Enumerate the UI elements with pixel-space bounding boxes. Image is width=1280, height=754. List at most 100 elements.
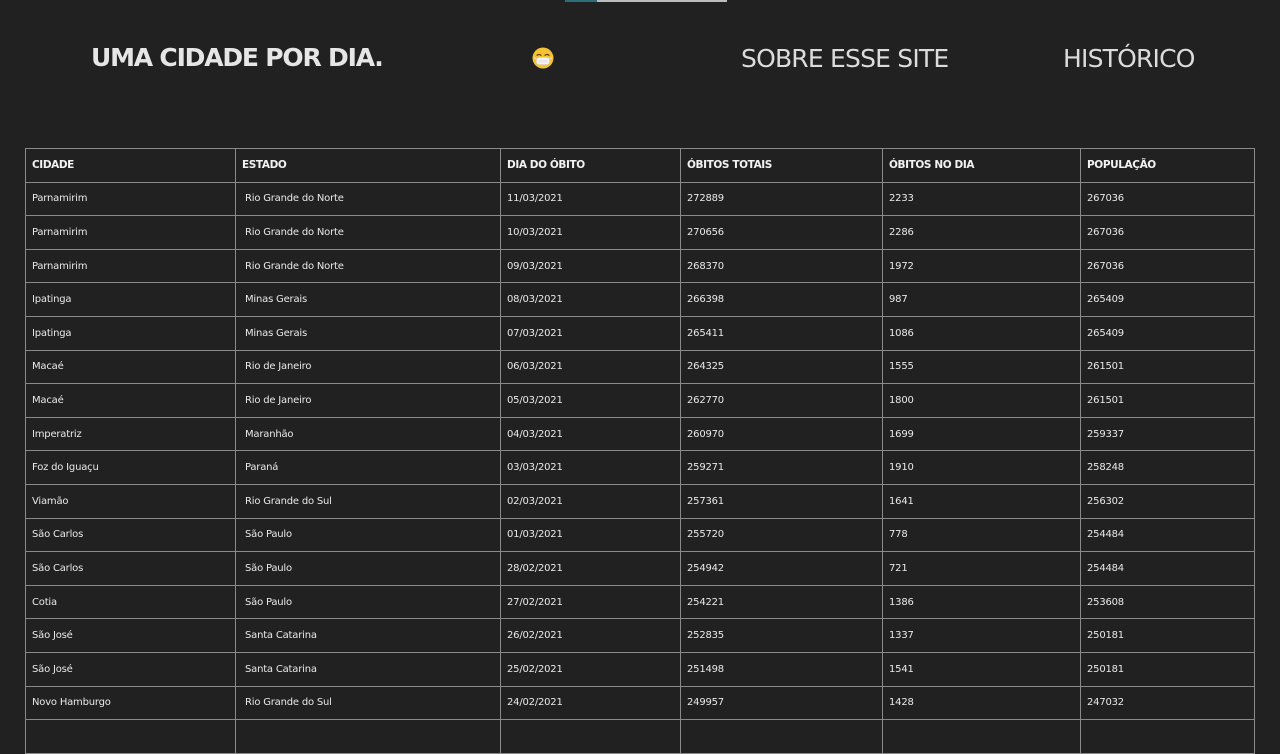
table-row: Viamão Rio Grande do Sul 02/03/2021 257361 1…: [25, 483, 1255, 519]
city-cell: Macaé: [25, 383, 236, 418]
total-deaths-cell: 272889: [680, 181, 883, 217]
deaths-table: CIDADE ESTADO DIA DO ÓBITO ÓBITOS TOTAIS…: [25, 148, 1255, 754]
state-cell: São Paulo: [235, 551, 501, 586]
state-cell: Rio de Janeiro: [235, 383, 501, 418]
city-cell: Viamão: [25, 483, 236, 519]
table-row: São Carlos São Paulo 28/02/2021 254942 721 25…: [25, 551, 1255, 586]
site-title-link[interactable]: UMA CIDADE POR DIA.: [91, 43, 384, 72]
nav-link-about[interactable]: SOBRE ESSE SITE: [741, 44, 949, 73]
total-deaths-cell: 262770: [680, 383, 883, 418]
daily-deaths-cell: 778: [882, 517, 1081, 553]
total-deaths-cell: 259271: [680, 450, 883, 485]
city-cell: Novo Hamburgo: [25, 685, 236, 721]
death-date-cell: 06/03/2021: [500, 349, 681, 385]
table-row: Parnamirim Rio Grande do Norte 11/03/2021 2…: [25, 181, 1255, 217]
city-cell: Foz do Iguaçu: [25, 450, 236, 485]
daily-deaths-cell: 1337: [882, 618, 1081, 653]
death-date-cell: 05/03/2021: [500, 383, 681, 418]
daily-deaths-cell: 1699: [882, 416, 1081, 452]
daily-deaths-cell: 1086: [882, 315, 1081, 351]
death-date-cell: 01/03/2021: [500, 517, 681, 553]
table-header: CIDADE ESTADO DIA DO ÓBITO ÓBITOS TOTAIS…: [25, 148, 1255, 183]
total-deaths-cell: 252835: [680, 618, 883, 653]
city-cell: Ipatinga: [25, 282, 236, 317]
death-date-cell: 02/03/2021: [500, 483, 681, 519]
table-row: São José Santa Catarina 25/02/2021 251498 15…: [25, 651, 1255, 687]
state-cell: São Paulo: [235, 584, 501, 620]
state-cell: Rio Grande do Sul: [235, 685, 501, 721]
population-cell: [1080, 719, 1255, 754]
city-cell: São Carlos: [25, 551, 236, 586]
population-cell: 265409: [1080, 315, 1255, 351]
total-deaths-cell: 266398: [680, 282, 883, 317]
population-cell: 261501: [1080, 383, 1255, 418]
nav-link-history[interactable]: HISTÓRICO: [1063, 44, 1195, 73]
state-cell: Santa Catarina: [235, 651, 501, 687]
city-cell: Imperatriz: [25, 416, 236, 452]
table-row: Imperatriz Maranhão 04/03/2021 260970 1699 25…: [25, 416, 1255, 452]
population-cell: 256302: [1080, 483, 1255, 519]
column-header-death-date: DIA DO ÓBITO: [500, 148, 681, 183]
population-cell: 254484: [1080, 551, 1255, 586]
population-cell: 267036: [1080, 248, 1255, 284]
column-header-population: POPULAÇÃO: [1080, 148, 1255, 183]
total-deaths-cell: [680, 719, 883, 754]
death-date-cell: 08/03/2021: [500, 282, 681, 317]
city-cell: Macaé: [25, 349, 236, 385]
daily-deaths-cell: 1800: [882, 383, 1081, 418]
state-cell: São Paulo: [235, 517, 501, 553]
city-cell: São José: [25, 618, 236, 653]
table-row: São Carlos São Paulo 01/03/2021 255720 778 25…: [25, 517, 1255, 553]
city-cell: Cotia: [25, 584, 236, 620]
total-deaths-cell: 257361: [680, 483, 883, 519]
population-cell: 267036: [1080, 181, 1255, 217]
daily-deaths-cell: 1386: [882, 584, 1081, 620]
table-row: Foz do Iguaçu Paraná 03/03/2021 259271 1910 2…: [25, 450, 1255, 485]
state-cell: Maranhão: [235, 416, 501, 452]
death-date-cell: 07/03/2021: [500, 315, 681, 351]
city-cell: São Carlos: [25, 517, 236, 553]
daily-deaths-cell: 1910: [882, 450, 1081, 485]
column-header-state: ESTADO: [235, 148, 501, 183]
table-row: Parnamirim Rio Grande do Norte 09/03/2021 2…: [25, 248, 1255, 284]
daily-deaths-cell: [882, 719, 1081, 754]
table-body: Parnamirim Rio Grande do Norte 11/03/2021 2…: [25, 181, 1255, 754]
total-deaths-cell: 251498: [680, 651, 883, 687]
table-row: Parnamirim Rio Grande do Norte 10/03/2021 2…: [25, 215, 1255, 250]
total-deaths-cell: 255720: [680, 517, 883, 553]
total-deaths-cell: 265411: [680, 315, 883, 351]
total-deaths-cell: 264325: [680, 349, 883, 385]
table-row: Macaé Rio de Janeiro 06/03/2021 264325 1555 2…: [25, 349, 1255, 385]
population-cell: 247032: [1080, 685, 1255, 721]
death-date-cell: 10/03/2021: [500, 215, 681, 250]
column-header-daily-deaths: ÓBITOS NO DIA: [882, 148, 1081, 183]
death-date-cell: 04/03/2021: [500, 416, 681, 452]
state-cell: Santa Catarina: [235, 618, 501, 653]
state-cell: Rio Grande do Norte: [235, 248, 501, 284]
total-deaths-cell: 270656: [680, 215, 883, 250]
table-row: Ipatinga Minas Gerais 08/03/2021 266398 987 2…: [25, 282, 1255, 317]
death-date-cell: 09/03/2021: [500, 248, 681, 284]
state-cell: Rio de Janeiro: [235, 349, 501, 385]
population-cell: 261501: [1080, 349, 1255, 385]
population-cell: 250181: [1080, 651, 1255, 687]
daily-deaths-cell: 721: [882, 551, 1081, 586]
total-deaths-cell: 260970: [680, 416, 883, 452]
column-header-total-deaths: ÓBITOS TOTAIS: [680, 148, 883, 183]
daily-deaths-cell: 987: [882, 282, 1081, 317]
city-cell: [25, 719, 236, 754]
state-cell: Minas Gerais: [235, 315, 501, 351]
death-date-cell: 11/03/2021: [500, 181, 681, 217]
face-with-medical-mask-icon: [532, 47, 554, 69]
state-cell: Paraná: [235, 450, 501, 485]
column-header-city: CIDADE: [25, 148, 236, 183]
city-cell: Parnamirim: [25, 181, 236, 217]
site-header: UMA CIDADE POR DIA. SOBRE ESSE SITE HIST…: [0, 0, 1280, 128]
table-row: Cotia São Paulo 27/02/2021 254221 1386 253608: [25, 584, 1255, 620]
daily-deaths-cell: 2286: [882, 215, 1081, 250]
death-date-cell: [500, 719, 681, 754]
daily-deaths-cell: 2233: [882, 181, 1081, 217]
daily-deaths-cell: 1641: [882, 483, 1081, 519]
death-date-cell: 03/03/2021: [500, 450, 681, 485]
state-cell: Rio Grande do Norte: [235, 181, 501, 217]
